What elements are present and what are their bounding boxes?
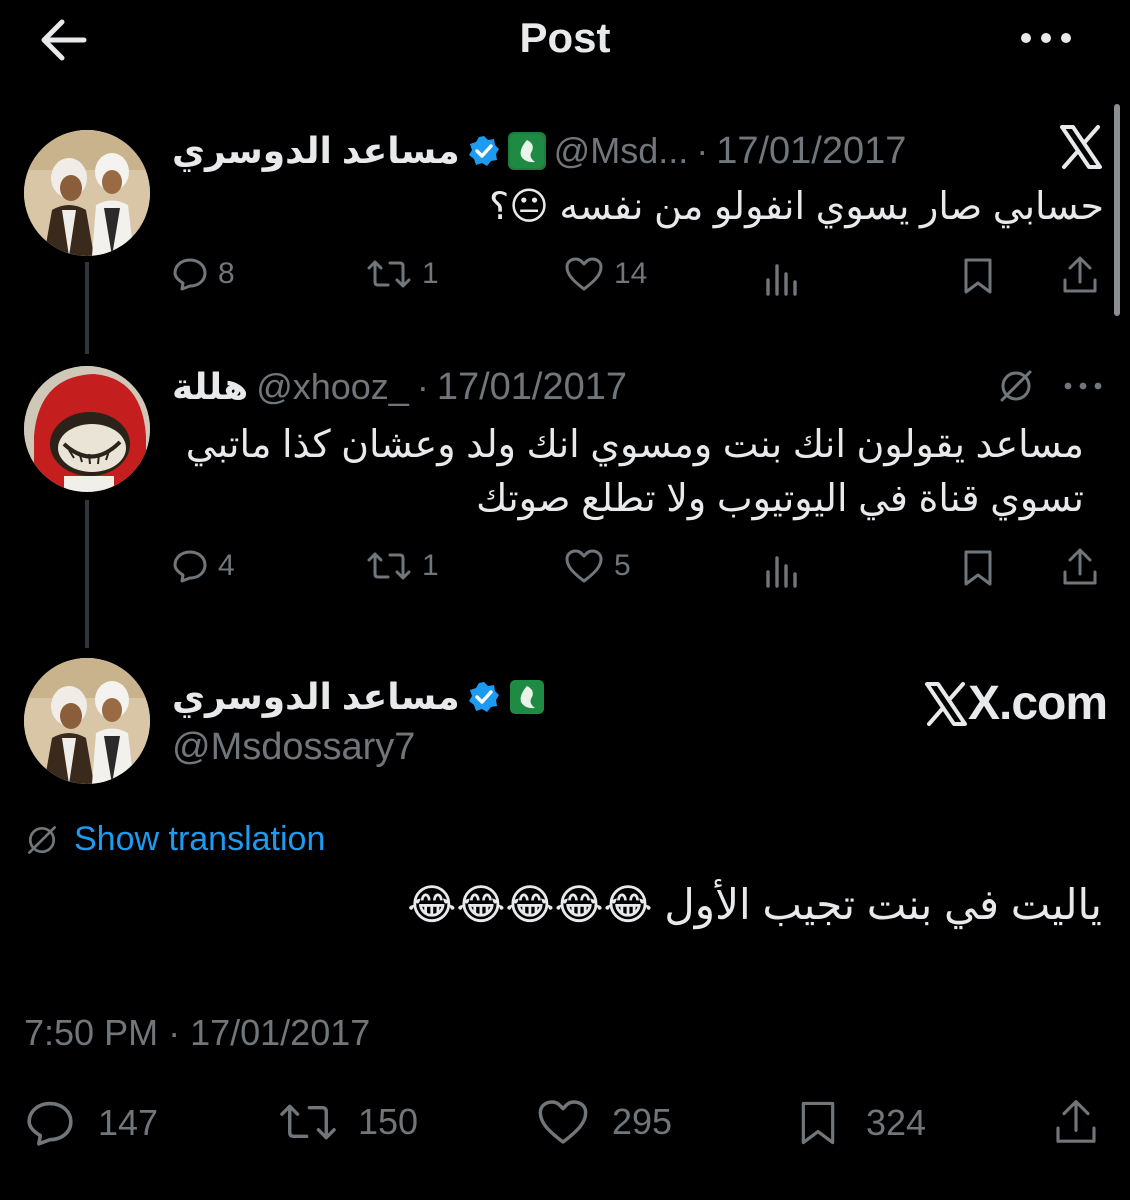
timestamp[interactable]: 17/01/2017 [437, 366, 627, 409]
x-logo-icon [925, 681, 967, 726]
affiliate-badge[interactable] [507, 132, 546, 170]
reply-count: 147 [98, 1102, 159, 1143]
main-tweet-header: مساعد الدوسري [172, 672, 546, 722]
separator-dot: · [696, 130, 709, 171]
more-button[interactable] [1062, 380, 1104, 392]
show-translation-link[interactable]: Show translation [24, 820, 325, 859]
display-name[interactable]: هللة [172, 366, 248, 408]
tweet-text-line: تسوي قناة في اليوتيوب ولا تطلع صوتك [476, 478, 1084, 520]
reply-icon [27, 1101, 73, 1146]
avatar[interactable] [24, 366, 150, 492]
like-icon [565, 549, 603, 583]
thread-line [85, 262, 89, 354]
repost-count: 150 [358, 1101, 419, 1142]
affiliate-badge[interactable] [508, 678, 546, 716]
reply-count: 4 [218, 549, 235, 582]
translate-button[interactable] [996, 366, 1036, 406]
handle[interactable]: @Msdossary7 [172, 726, 415, 769]
views-icon [766, 556, 797, 588]
bookmark-button[interactable] [960, 256, 996, 296]
views-button[interactable] [764, 552, 800, 588]
like-count: 14 [614, 257, 648, 290]
reply-icon [173, 258, 207, 291]
x-logo-icon [1058, 124, 1104, 170]
bookmark-icon [964, 258, 992, 294]
share-button[interactable] [1060, 254, 1100, 296]
repost-count: 1 [422, 549, 439, 582]
like-button[interactable]: 295 [536, 1098, 672, 1146]
bookmark-icon [801, 1101, 835, 1145]
like-icon [538, 1100, 588, 1144]
repost-button[interactable]: 150 [278, 1098, 418, 1146]
page-title: Post [519, 14, 611, 61]
reply-button[interactable]: 8 [172, 256, 235, 292]
tweet-header: مساعد الدوسري @Msd... · 17/01/2017 [172, 126, 906, 176]
share-button[interactable] [1060, 546, 1100, 588]
translate-icon [28, 825, 56, 854]
like-icon [565, 257, 603, 291]
repost-count: 1 [422, 257, 439, 290]
views-icon [766, 264, 797, 296]
bookmark-count: 324 [866, 1102, 927, 1143]
share-button[interactable] [1052, 1096, 1100, 1148]
separator-dot: · [416, 366, 429, 407]
more-icon [1021, 33, 1071, 43]
avatar[interactable] [24, 130, 150, 256]
repost-icon [280, 1104, 336, 1140]
handle[interactable]: @Msd... [554, 130, 689, 172]
share-icon [1063, 548, 1097, 585]
post-date[interactable]: 17/01/2017 [190, 1012, 370, 1054]
repost-icon [367, 552, 411, 580]
share-icon [1056, 1100, 1096, 1143]
more-button[interactable] [1018, 30, 1074, 46]
like-button[interactable]: 14 [564, 256, 647, 292]
verified-icon [468, 682, 499, 712]
like-count: 5 [614, 549, 631, 582]
like-button[interactable]: 5 [564, 548, 631, 584]
reply-button[interactable]: 147 [24, 1098, 158, 1148]
more-icon [1064, 382, 1102, 390]
reply-icon [173, 550, 207, 583]
tweet-text: حسابي صار يسوي انفولو من نفسه 😐؟ [489, 186, 1104, 228]
post-time[interactable]: 7:50 PM [24, 1012, 158, 1054]
share-icon [1063, 256, 1097, 293]
like-count: 295 [612, 1101, 673, 1142]
tweet-text-line: مساعد يقولون انك بنت ومسوي انك ولد وعشان… [185, 424, 1084, 466]
show-translation-label[interactable]: Show translation [74, 820, 325, 859]
main-tweet-text: ياليت في بنت تجيب الأول 😂😂😂😂😂 [407, 881, 1102, 928]
avatar[interactable] [24, 658, 150, 784]
scrollbar[interactable] [1114, 104, 1120, 316]
timestamp[interactable]: 17/01/2017 [716, 130, 906, 173]
reply-button[interactable]: 4 [172, 548, 235, 584]
translate-icon [1000, 370, 1032, 402]
views-button[interactable] [764, 260, 800, 296]
handle[interactable]: @xhooz_ [256, 366, 409, 408]
display-name[interactable]: مساعد الدوسري [172, 130, 460, 172]
repost-button[interactable]: 1 [366, 548, 439, 584]
brand-watermark: X.com [922, 676, 1108, 731]
post-timestamp: 7:50 PM · 17/01/2017 [24, 1012, 370, 1054]
display-name[interactable]: مساعد الدوسري [172, 676, 460, 718]
brand-text: X.com [968, 677, 1108, 730]
tweet-header: هللة @xhooz_ · 17/01/2017 [172, 362, 627, 412]
verified-icon [468, 136, 499, 166]
bookmark-icon [964, 550, 992, 586]
repost-button[interactable]: 1 [366, 256, 439, 292]
separator-dot: · [168, 1012, 181, 1053]
thread-line [85, 500, 89, 648]
bookmark-button[interactable] [960, 548, 996, 588]
repost-icon [367, 260, 411, 288]
reply-count: 8 [218, 257, 235, 290]
bookmark-button[interactable]: 324 [796, 1098, 926, 1148]
